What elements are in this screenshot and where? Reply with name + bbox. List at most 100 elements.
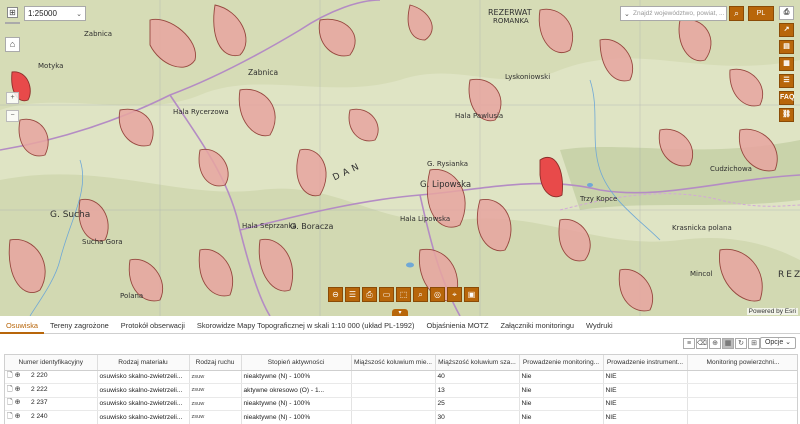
map-label: Hala Seprzanka [242, 222, 297, 230]
tab-bar: Osuwiska Tereny zagrożone Protokół obser… [0, 317, 800, 334]
zoom-to-feature-icon[interactable]: ⊕ [15, 413, 21, 420]
map-label: Cudzichowa [710, 165, 752, 173]
map-label-reserve-2: ROMANKA [493, 17, 529, 25]
zoom-in-icon[interactable]: + [6, 92, 19, 104]
faq-button[interactable]: FAQ [779, 91, 794, 105]
legend-icon[interactable]: ▦ [779, 57, 794, 71]
zoom-to-feature-icon[interactable]: ⊕ [15, 372, 21, 379]
layers-icon[interactable]: ▤ [779, 40, 794, 54]
map-label: Hala Lipowska [400, 215, 451, 223]
search-icon[interactable]: ⌕ [729, 6, 744, 21]
cell: zsuw [189, 397, 242, 411]
map-label: REZ [778, 270, 800, 280]
cell: 13 [435, 383, 520, 398]
cell [687, 397, 797, 411]
column-header[interactable]: Prowadzenie instrument... [603, 355, 688, 371]
print-map-icon[interactable]: ⎙ [362, 287, 377, 302]
cell: 40 [435, 370, 520, 384]
table-tool-icons: ≡ ⌫ ⊕ ▦ ↻ ⊞ [683, 338, 760, 349]
measure-icon[interactable]: ⊖ [328, 287, 343, 302]
table-icon[interactable]: ☰ [779, 74, 794, 88]
document-icon[interactable]: 🗋 [7, 413, 13, 420]
map-label: Mincol [690, 270, 713, 278]
column-header[interactable]: Miąższość koluwium mie... [351, 355, 436, 371]
column-header[interactable]: Rodzaj materiału [97, 355, 190, 371]
cell: zsuw [189, 410, 242, 424]
tab-skorowidz[interactable]: Skorowidze Mapy Topograficznej w skali 1… [191, 317, 421, 334]
link-icon[interactable]: ⛓ [779, 108, 794, 122]
location-icon[interactable]: ◎ [430, 287, 445, 302]
faq-label: FAQ [780, 94, 795, 101]
scale-value: 1:25000 [28, 9, 57, 18]
cell: osuwisko skalno-zwietrzeli... [97, 397, 190, 411]
zoom-out-icon[interactable]: − [6, 110, 19, 122]
home-icon[interactable]: ⌂ [5, 37, 20, 52]
document-icon[interactable]: 🗋 [7, 399, 13, 406]
refresh-icon[interactable]: ↻ [735, 338, 747, 349]
tab-zalaczniki[interactable]: Załączniki monitoringu [495, 317, 581, 334]
map-label: Sucha Gora [82, 238, 123, 246]
basemap-icon[interactable]: ⊞ [7, 7, 18, 18]
cell: Nie [519, 397, 604, 411]
map-label: Zabnica [248, 68, 279, 77]
table-row[interactable]: 🗋 ⊕ 2 240 osuwisko skalno-zwietrzeli... zs… [5, 410, 797, 424]
search-input[interactable]: ⌄ Znajdź województwo, powiat, ... [620, 6, 727, 21]
export-icon[interactable]: ▣ [464, 287, 479, 302]
zoom-to-icon[interactable]: ⊕ [709, 338, 721, 349]
map-label: G. Lipowska [420, 180, 472, 190]
options-button[interactable]: Opcje ⌄ [760, 337, 796, 349]
map-label: G. Sucha [50, 210, 91, 220]
column-header[interactable]: Miąższość koluwium sza... [435, 355, 520, 371]
map-label: Trzy Kopce [580, 195, 618, 203]
print-icon[interactable]: ⎙ [779, 6, 794, 20]
marker-icon[interactable]: ⌖ [447, 287, 462, 302]
zoom-to-feature-icon[interactable]: ⊕ [15, 386, 21, 393]
cell: NIE [603, 397, 688, 411]
map-label-reserve: REZERWAT [488, 8, 532, 17]
document-icon[interactable]: 🗋 [7, 386, 13, 393]
zoom-to-feature-icon[interactable]: ⊕ [15, 399, 21, 406]
app-root: REZERWAT ROMANKA Lyskoniowski Hala Pawlu… [0, 0, 800, 424]
cell [351, 370, 436, 384]
document-icon[interactable]: 🗋 [7, 372, 13, 379]
column-header[interactable]: Prowadzenie monitoring... [519, 355, 604, 371]
tab-objasnienia[interactable]: Objaśnienia MOTZ [420, 317, 494, 334]
cell: osuwisko skalno-zwietrzeli... [97, 383, 190, 398]
tab-osuwiska[interactable]: Osuwiska [0, 317, 45, 334]
map-label: Polana [120, 292, 144, 300]
cell: nieaktywne (N) - 100% [241, 410, 352, 424]
language-button[interactable]: PL [748, 6, 774, 21]
filter-icon[interactable]: ≡ [683, 338, 695, 349]
cell-id: 2 240 [31, 412, 48, 420]
scale-select[interactable]: 1:25000 ⌄ [24, 6, 86, 21]
cell: Nie [519, 383, 604, 398]
map-label: Hala Pawlusia [455, 112, 504, 120]
delete-icon[interactable]: ⌫ [696, 338, 708, 349]
column-header[interactable]: Numer identyfikacyjny [5, 355, 98, 371]
table-header-row: Numer identyfikacyjny Rodzaj materiału R… [5, 355, 797, 371]
map-view[interactable]: REZERWAT ROMANKA Lyskoniowski Hala Pawlu… [0, 0, 800, 316]
list-icon[interactable]: ☰ [345, 287, 360, 302]
cell: Nie [519, 370, 604, 384]
column-header[interactable]: Rodzaj ruchu [189, 355, 242, 371]
collapse-panel-icon[interactable]: ▾ [392, 309, 408, 316]
map-attribution: Powered by Esri [746, 308, 798, 315]
identify-icon[interactable]: ⌕ [413, 287, 428, 302]
tab-tereny-zagrozone[interactable]: Tereny zagrożone [44, 317, 115, 334]
table-row[interactable]: 🗋 ⊕ 2 220 osuwisko skalno-zwietrzeli... zs… [5, 370, 797, 384]
draw-icon[interactable]: ▭ [379, 287, 394, 302]
search-placeholder: Znajdź województwo, powiat, ... [633, 10, 725, 17]
columns-icon[interactable]: ⊞ [748, 338, 760, 349]
topographic-map [0, 0, 800, 316]
select-icon[interactable]: ⬚ [396, 287, 411, 302]
map-label: Lyskoniowski [505, 73, 551, 81]
share-icon[interactable]: ↗ [779, 23, 794, 37]
tab-protokol-obserwacji[interactable]: Protokół obserwacji [115, 317, 191, 334]
tab-wydruki[interactable]: Wydruki [580, 317, 619, 334]
column-header[interactable]: Stopień aktywności [241, 355, 352, 371]
column-header[interactable]: Monitoring powierzchni... [687, 355, 797, 371]
table-row[interactable]: 🗋 ⊕ 2 222 osuwisko skalno-zwietrzeli... zs… [5, 383, 797, 398]
highlight-icon[interactable]: ▦ [722, 338, 734, 349]
table-row[interactable]: 🗋 ⊕ 2 237 osuwisko skalno-zwietrzeli... zs… [5, 397, 797, 411]
cell: zsuw [189, 383, 242, 398]
